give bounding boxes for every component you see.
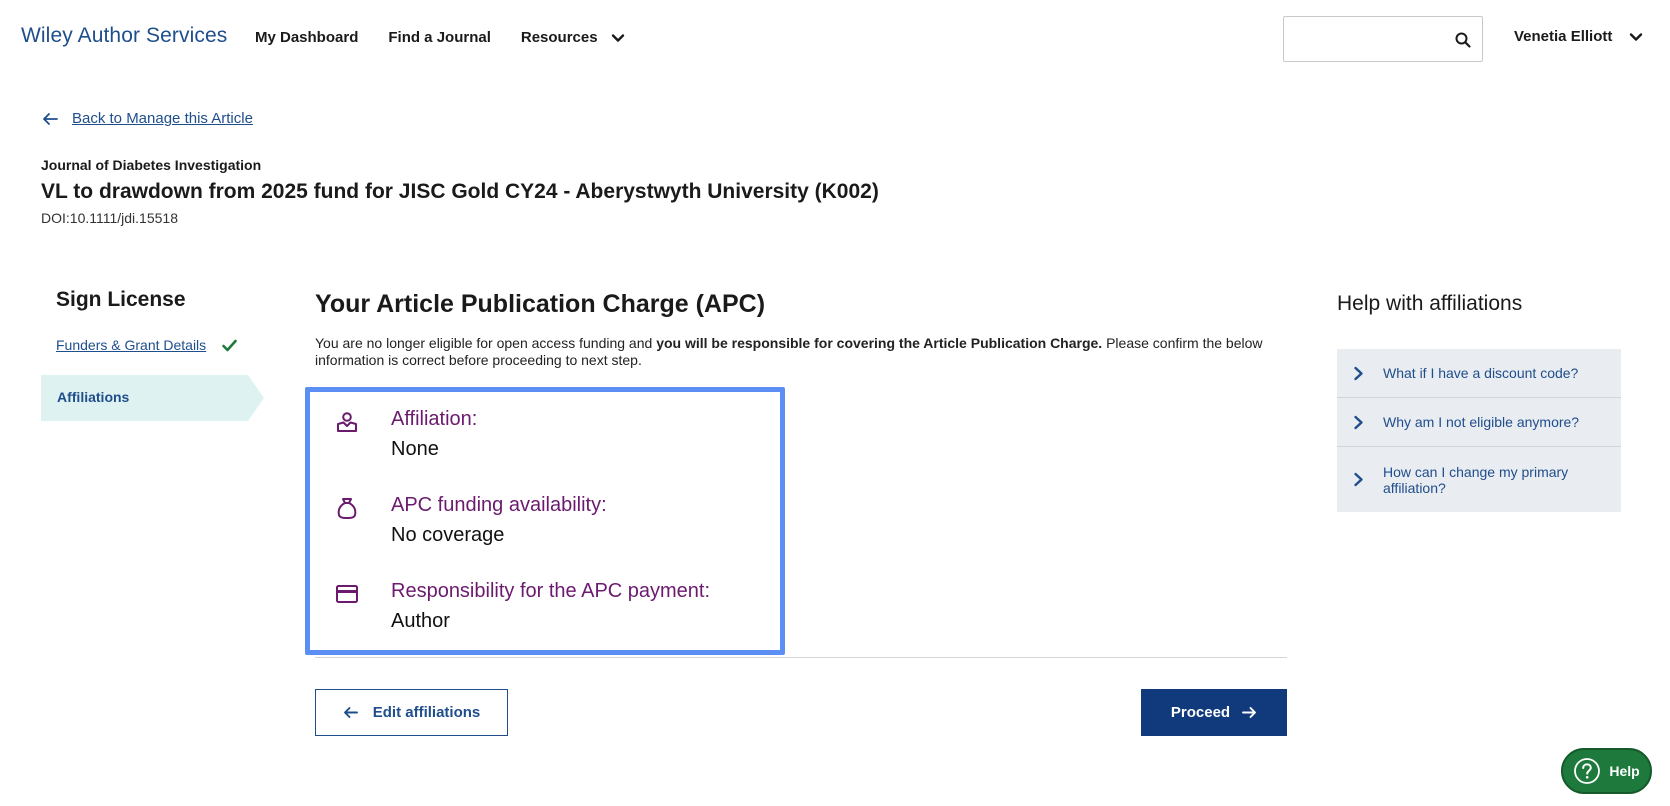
- back-link-label: Back to Manage this Article: [72, 110, 253, 127]
- step-affiliations[interactable]: Affiliations: [41, 375, 264, 421]
- chevron-right-icon: [1354, 472, 1363, 487]
- step-label: Affiliations: [57, 389, 130, 405]
- chevron-down-icon: [1630, 32, 1643, 41]
- step-funders-grant-details[interactable]: Funders & Grant Details: [56, 337, 237, 353]
- proceed-button[interactable]: Proceed: [1141, 689, 1287, 736]
- credit-card-icon: [336, 585, 358, 603]
- brand-logo-link[interactable]: Wiley Author Services: [21, 24, 227, 48]
- help-button-label: Help: [1609, 763, 1640, 779]
- search-icon[interactable]: [1454, 31, 1472, 49]
- intro-text-start: You are no longer eligible for open acce…: [315, 335, 657, 351]
- arrow-left-icon: [343, 707, 358, 718]
- button-label: Edit affiliations: [372, 704, 481, 721]
- info-label: APC funding availability:: [391, 494, 607, 516]
- apc-info-box: Affiliation: None APC funding availabili…: [305, 387, 785, 655]
- back-to-manage-article-link[interactable]: Back to Manage this Article: [42, 110, 253, 127]
- user-menu[interactable]: Venetia Elliott: [1514, 28, 1644, 45]
- nav-label: My Dashboard: [255, 29, 359, 46]
- nav-resources[interactable]: Resources: [521, 29, 626, 46]
- nav-my-dashboard[interactable]: My Dashboard: [255, 29, 358, 46]
- search-input[interactable]: [1283, 16, 1483, 62]
- chevron-down-icon: [611, 33, 624, 42]
- info-label: Affiliation:: [391, 408, 478, 430]
- journal-name: Journal of Diabetes Investigation: [41, 157, 262, 173]
- arrow-right-icon: [1242, 707, 1257, 718]
- nav-find-a-journal[interactable]: Find a Journal: [388, 29, 491, 46]
- info-value: None: [391, 438, 439, 460]
- chevron-right-icon: [1354, 366, 1363, 380]
- edit-affiliations-button[interactable]: Edit affiliations: [315, 689, 508, 736]
- main-nav: My Dashboard Find a Journal Resources: [255, 29, 656, 46]
- faq-label: Why am I not eligible anymore?: [1383, 414, 1580, 430]
- step-label: Funders & Grant Details: [56, 337, 207, 353]
- stepper-title: Sign License: [56, 288, 186, 311]
- intro-text: You are no longer eligible for open acce…: [315, 335, 1265, 369]
- arrow-left-icon: [43, 112, 58, 125]
- checkmark-icon: [222, 339, 237, 351]
- article-doi: DOI:10.1111/jdi.15518: [41, 210, 178, 226]
- faq-discount-code[interactable]: What if I have a discount code?: [1337, 349, 1621, 398]
- info-value: Author: [391, 610, 450, 632]
- faq-change-primary-affiliation[interactable]: How can I change my primary affiliation?: [1337, 447, 1621, 512]
- article-title: VL to drawdown from 2025 fund for JISC G…: [41, 180, 879, 203]
- question-circle-icon: [1574, 758, 1601, 784]
- info-value: No coverage: [391, 524, 505, 546]
- help-faq-list: What if I have a discount code? Why am I…: [1337, 349, 1621, 512]
- faq-not-eligible[interactable]: Why am I not eligible anymore?: [1337, 398, 1621, 447]
- top-header: Wiley Author Services My Dashboard Find …: [0, 0, 1670, 76]
- info-label: Responsibility for the APC payment:: [391, 580, 711, 602]
- nav-label: Find a Journal: [388, 29, 491, 46]
- faq-label: What if I have a discount code?: [1383, 365, 1579, 381]
- money-bag-icon: [337, 498, 357, 519]
- user-name: Venetia Elliott: [1514, 28, 1613, 45]
- section-divider: [315, 657, 1287, 658]
- help-button[interactable]: Help: [1561, 748, 1652, 794]
- button-label: Proceed: [1170, 704, 1231, 721]
- intro-text-bold: you will be responsible for covering the…: [656, 335, 1103, 351]
- help-panel-title: Help with affiliations: [1337, 292, 1523, 315]
- affiliation-icon: [337, 412, 357, 432]
- nav-label: Resources: [520, 29, 598, 46]
- chevron-right-icon: [1354, 415, 1363, 429]
- faq-label: How can I change my primary affiliation?: [1383, 463, 1569, 496]
- page-title: Your Article Publication Charge (APC): [315, 290, 766, 318]
